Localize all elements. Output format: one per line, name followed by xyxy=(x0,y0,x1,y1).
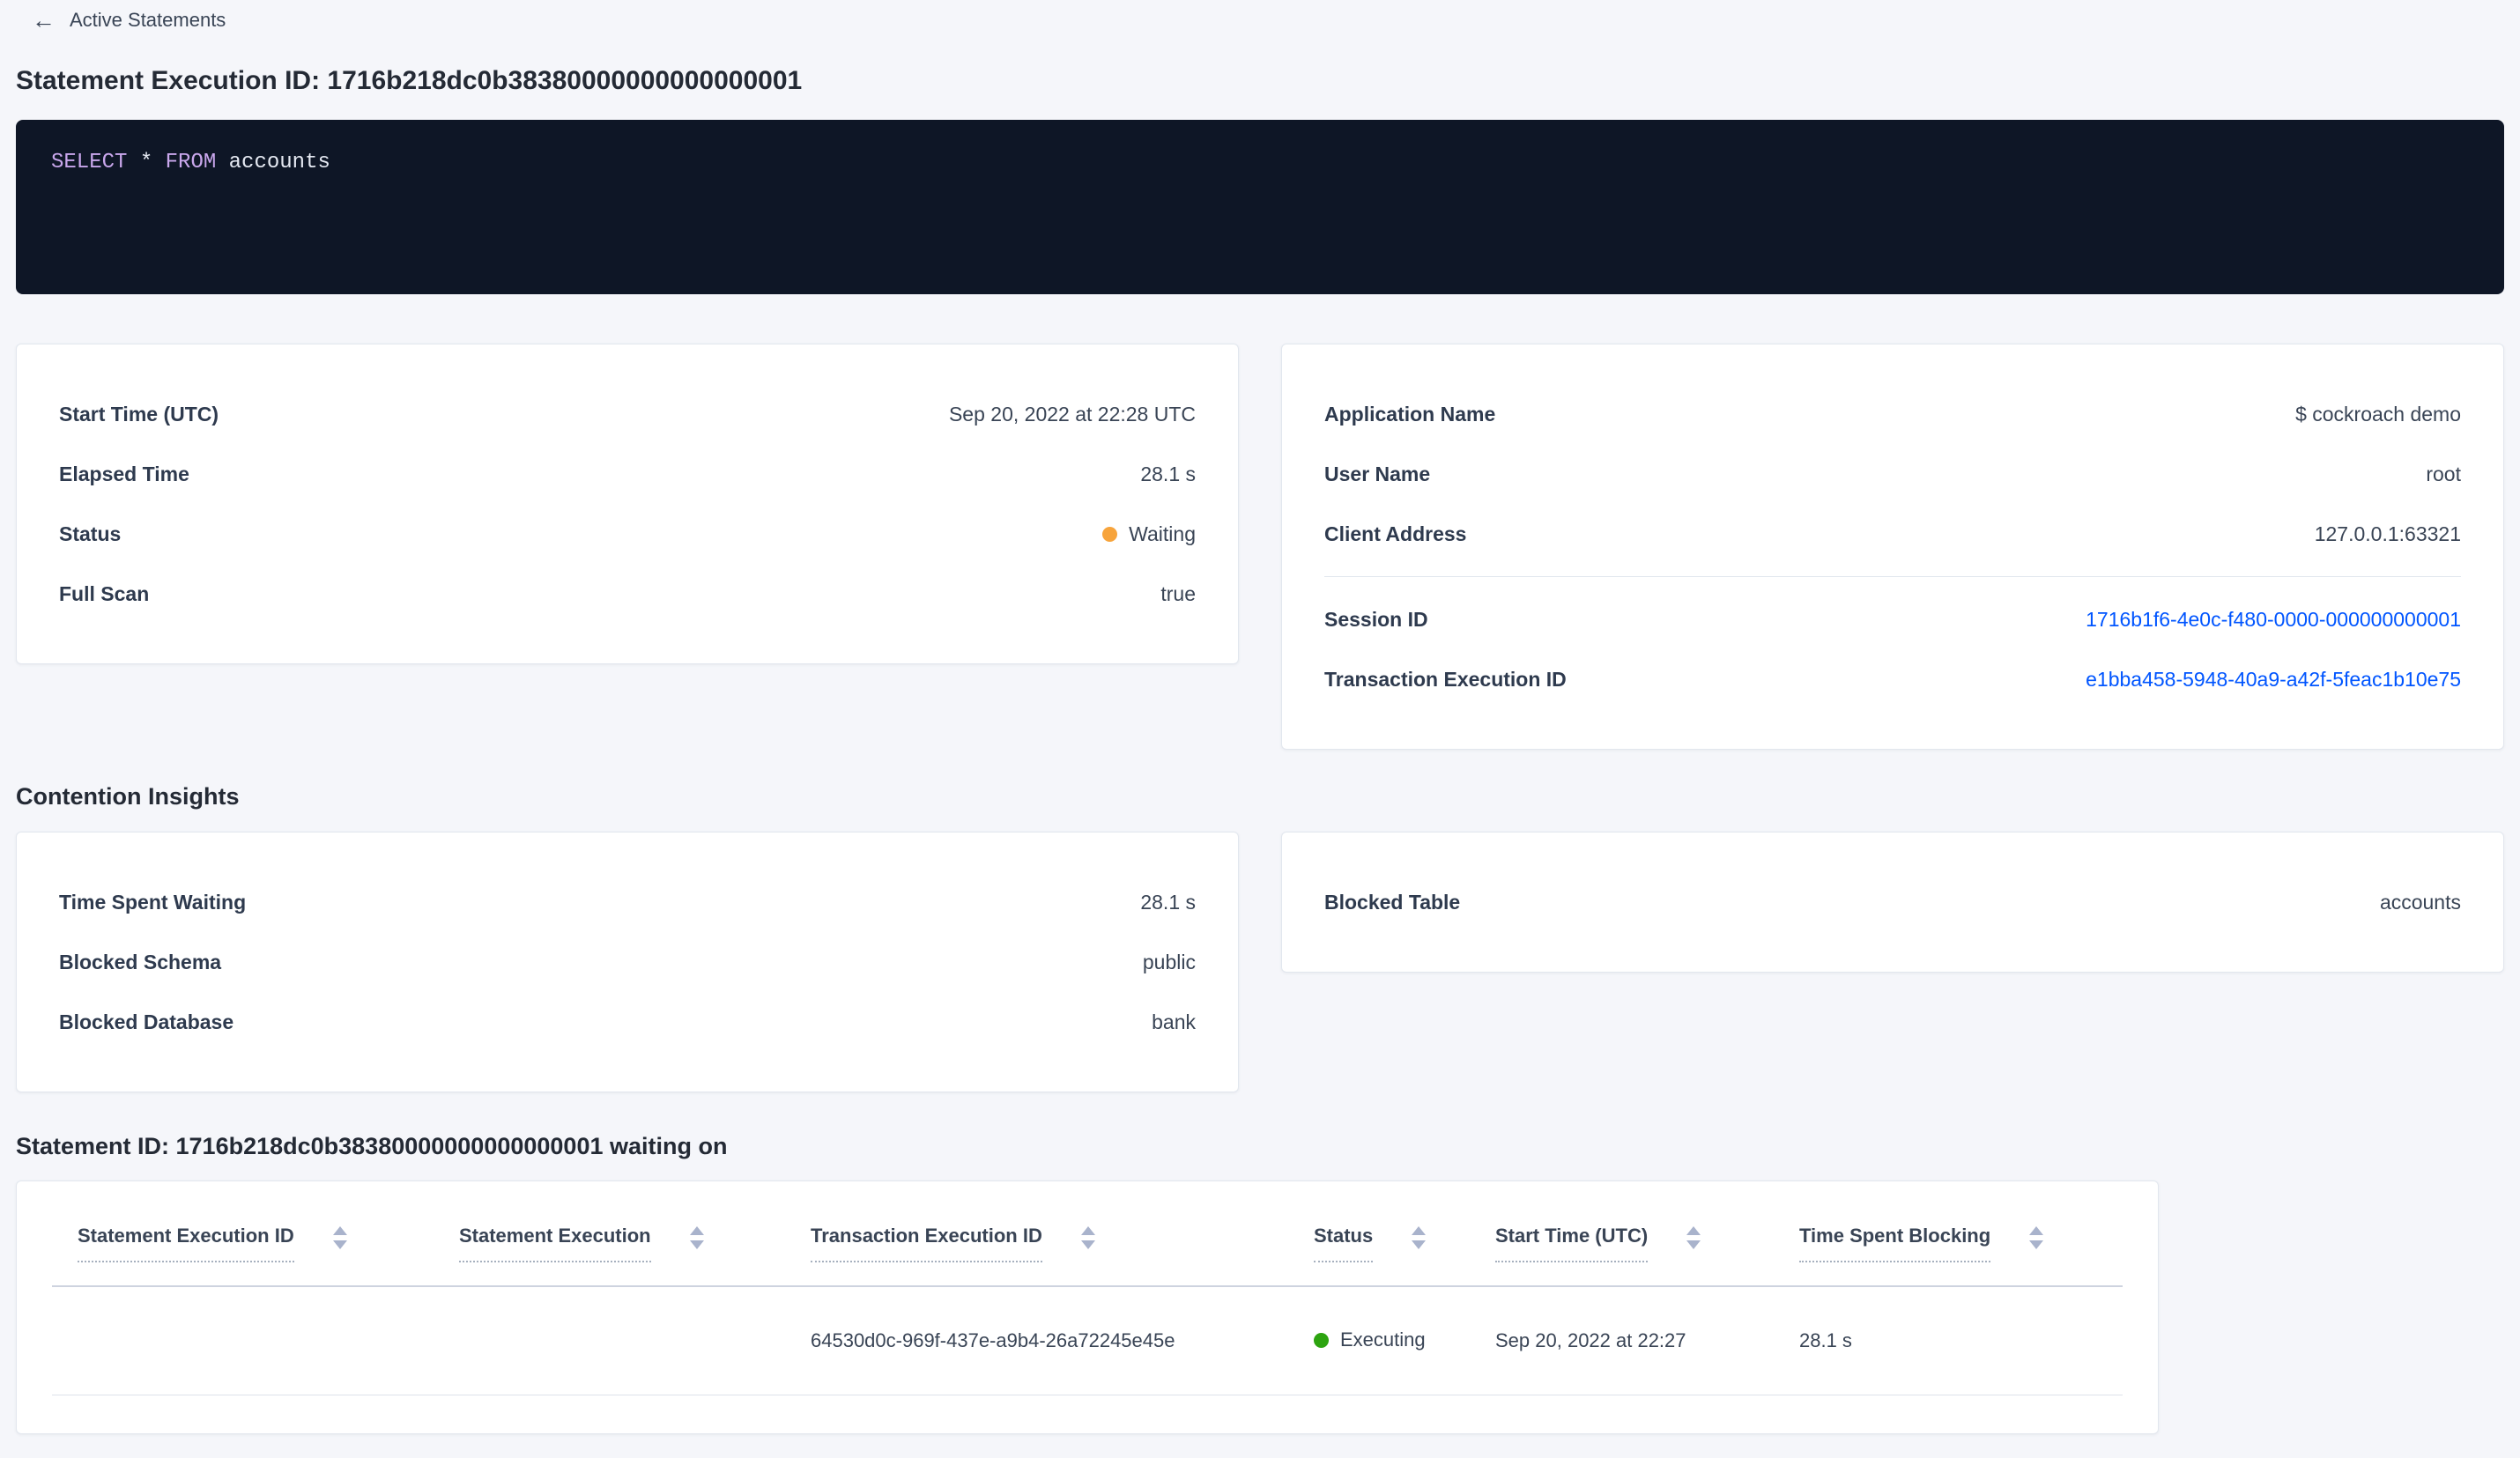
detail-row-elapsed-time: Elapsed Time 28.1 s xyxy=(59,444,1196,504)
status-header-label[interactable]: Status xyxy=(1314,1224,1374,1262)
status-value: Waiting xyxy=(1102,522,1196,546)
execution-details-card: Start Time (UTC) Sep 20, 2022 at 22:28 U… xyxy=(16,344,1239,664)
sql-keyword-select: SELECT xyxy=(51,151,128,174)
blocked-schema-label: Blocked Schema xyxy=(59,950,222,973)
statement-execution-id-header-label[interactable]: Statement Execution ID xyxy=(78,1224,294,1262)
cell-transaction-execution-id: 64530d0c-969f-437e-a9b4-26a72245e45e xyxy=(811,1286,1314,1395)
waiting-on-table: Statement Execution ID Statement Executi… xyxy=(52,1181,2123,1395)
session-details-card: Application Name $ cockroach demo User N… xyxy=(1281,344,2504,750)
detail-row-application-name: Application Name $ cockroach demo xyxy=(1324,384,2461,444)
cell-status: Executing xyxy=(1314,1286,1495,1395)
sql-statement-text: SELECT * FROM accounts xyxy=(51,151,330,174)
detail-row-start-time: Start Time (UTC) Sep 20, 2022 at 22:28 U… xyxy=(59,384,1196,444)
detail-row-blocked-database: Blocked Database bank xyxy=(59,992,1196,1052)
detail-row-blocked-table: Blocked Table accounts xyxy=(1324,872,2461,932)
time-spent-waiting-label: Time Spent Waiting xyxy=(59,890,247,914)
contention-left-card: Time Spent Waiting 28.1 s Blocked Schema… xyxy=(16,832,1239,1092)
start-time-header-label[interactable]: Start Time (UTC) xyxy=(1495,1224,1649,1262)
sort-icon[interactable] xyxy=(1686,1226,1701,1249)
cell-statement-execution-id xyxy=(52,1286,459,1395)
transaction-execution-id-label: Transaction Execution ID xyxy=(1324,667,1567,691)
sql-segment-star: * xyxy=(127,151,166,174)
detail-row-client-address: Client Address 127.0.0.1:63321 xyxy=(1324,504,2461,564)
detail-row-blocked-schema: Blocked Schema public xyxy=(59,932,1196,992)
waiting-on-heading: Statement ID: 1716b218dc0b38380000000000… xyxy=(16,1133,728,1159)
sql-statement-box: SELECT * FROM accounts xyxy=(16,120,2504,294)
detail-row-full-scan: Full Scan true xyxy=(59,564,1196,624)
sort-icon[interactable] xyxy=(1080,1226,1095,1249)
waiting-on-table-card: Statement Execution ID Statement Executi… xyxy=(16,1180,2159,1434)
full-scan-value: true xyxy=(1160,581,1196,605)
session-id-link[interactable]: 1716b1f6-4e0c-f480-0000-000000000001 xyxy=(2086,608,2461,632)
sql-keyword-from: FROM xyxy=(165,151,217,174)
statement-execution-header-label[interactable]: Statement Execution xyxy=(459,1224,651,1262)
sort-icon[interactable] xyxy=(332,1226,347,1249)
column-header-statement-execution: Statement Execution xyxy=(459,1181,811,1287)
card-divider xyxy=(1324,576,2461,577)
blocked-table-value: accounts xyxy=(2379,890,2461,914)
client-address-value: 127.0.0.1:63321 xyxy=(2314,522,2461,545)
session-id-label: Session ID xyxy=(1324,607,1428,631)
blocked-database-value: bank xyxy=(1152,1010,1196,1033)
start-time-value: Sep 20, 2022 at 22:28 UTC xyxy=(948,402,1196,426)
status-label: Status xyxy=(59,522,122,545)
sort-icon[interactable] xyxy=(2029,1226,2044,1249)
elapsed-time-value: 28.1 s xyxy=(1140,462,1196,485)
application-name-value: $ cockroach demo xyxy=(2295,402,2461,426)
details-cards-row: Start Time (UTC) Sep 20, 2022 at 22:28 U… xyxy=(16,344,2504,750)
detail-row-session-id: Session ID 1716b1f6-4e0c-f480-0000-00000… xyxy=(1324,589,2461,649)
cell-statement-execution xyxy=(459,1286,811,1395)
page-title: Statement Execution ID: 1716b218dc0b3838… xyxy=(16,66,803,95)
back-arrow-icon: ← xyxy=(32,7,56,33)
contention-cards-row: Time Spent Waiting 28.1 s Blocked Schema… xyxy=(16,832,2504,1092)
detail-row-status: Status Waiting xyxy=(59,504,1196,564)
column-header-statement-execution-id: Statement Execution ID xyxy=(52,1181,459,1287)
column-header-status: Status xyxy=(1314,1181,1495,1287)
time-spent-blocking-header-label[interactable]: Time Spent Blocking xyxy=(1799,1224,1991,1262)
cell-time-spent-blocking: 28.1 s xyxy=(1799,1286,2123,1395)
cell-start-time: Sep 20, 2022 at 22:27 xyxy=(1495,1286,1799,1395)
statement-execution-details-page: ← Active Statements Statement Execution … xyxy=(0,0,2520,1458)
column-header-transaction-execution-id: Transaction Execution ID xyxy=(811,1181,1314,1287)
sql-segment-table: accounts xyxy=(216,151,330,174)
table-row: 64530d0c-969f-437e-a9b4-26a72245e45e Exe… xyxy=(52,1286,2123,1395)
status-waiting-dot-icon xyxy=(1102,526,1118,542)
back-link-label: Active Statements xyxy=(70,9,226,31)
transaction-execution-id-link[interactable]: e1bba458-5948-40a9-a42f-5feac1b10e75 xyxy=(2086,668,2461,692)
client-address-label: Client Address xyxy=(1324,522,1467,545)
elapsed-time-label: Elapsed Time xyxy=(59,462,189,485)
application-name-label: Application Name xyxy=(1324,402,1496,426)
full-scan-label: Full Scan xyxy=(59,581,150,605)
status-executing-dot-icon xyxy=(1314,1332,1329,1348)
contention-right-card: Blocked Table accounts xyxy=(1281,832,2504,973)
column-header-time-spent-blocking: Time Spent Blocking xyxy=(1799,1181,2123,1287)
column-header-start-time: Start Time (UTC) xyxy=(1495,1181,1799,1287)
contention-insights-heading: Contention Insights xyxy=(16,783,240,810)
detail-row-user-name: User Name root xyxy=(1324,444,2461,504)
start-time-label: Start Time (UTC) xyxy=(59,402,219,426)
detail-row-transaction-execution-id: Transaction Execution ID e1bba458-5948-4… xyxy=(1324,649,2461,709)
blocked-table-label: Blocked Table xyxy=(1324,890,1461,914)
blocked-schema-value: public xyxy=(1142,950,1196,973)
user-name-value: root xyxy=(2426,462,2461,485)
sort-icon[interactable] xyxy=(1412,1226,1427,1249)
blocked-database-label: Blocked Database xyxy=(59,1010,234,1033)
user-name-label: User Name xyxy=(1324,462,1431,485)
status-executing-text: Executing xyxy=(1340,1328,1426,1351)
table-header-row: Statement Execution ID Statement Executi… xyxy=(52,1181,2123,1287)
time-spent-waiting-value: 28.1 s xyxy=(1140,890,1196,914)
status-waiting-text: Waiting xyxy=(1129,522,1196,545)
detail-row-time-spent-waiting: Time Spent Waiting 28.1 s xyxy=(59,872,1196,932)
transaction-execution-id-header-label[interactable]: Transaction Execution ID xyxy=(811,1224,1042,1262)
sort-icon[interactable] xyxy=(689,1226,704,1249)
back-link-active-statements[interactable]: ← Active Statements xyxy=(32,7,226,33)
